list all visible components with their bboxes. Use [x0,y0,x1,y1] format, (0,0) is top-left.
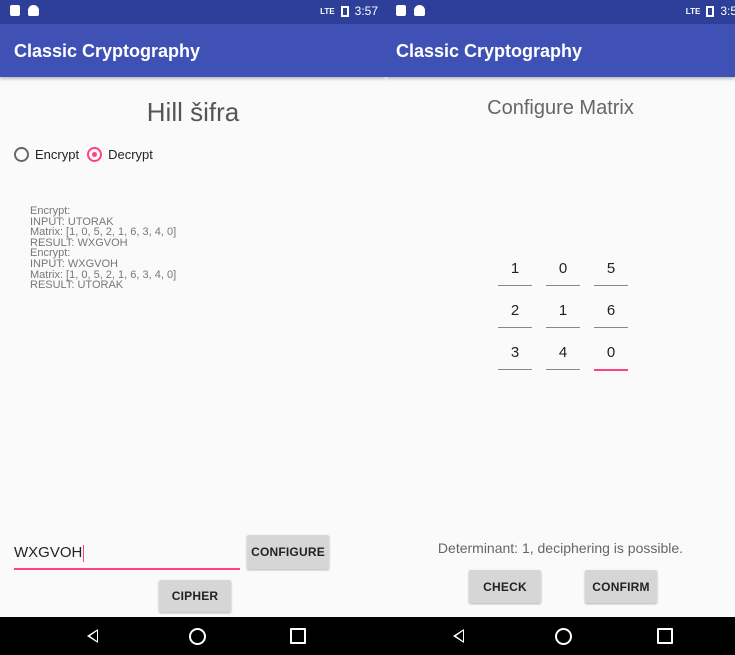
recents-icon [290,628,306,644]
network-type: LTE [685,6,701,16]
screens: LTE 3:57 Classic Cryptography Hill šifra… [0,0,735,655]
status-bar: LTE 3:57 [0,0,386,24]
clock: 3:5 [720,4,735,18]
log-line: Encrypt: [30,205,71,217]
back-icon [86,629,98,643]
matrix-cell-0-0[interactable]: 1 [498,255,532,286]
matrix-cell-1-1[interactable]: 1 [546,297,580,328]
app-title: Classic Cryptography [396,41,583,61]
log-line: INPUT: WXGVOH [30,257,119,270]
back-icon [452,629,464,643]
matrix-cell-2-1[interactable]: 4 [546,339,580,370]
recents-button[interactable] [645,617,685,655]
configure-button[interactable]: CONFIGURE [247,535,329,569]
android-icon [414,5,425,16]
cipher-text-input[interactable]: WXGVOH [14,540,240,570]
cipher-button[interactable]: CIPHER [159,580,231,612]
input-value: WXGVOH [14,544,83,561]
android-icon [28,5,39,16]
home-icon [188,627,206,645]
mode-radio-group: Encrypt Decrypt [14,147,161,162]
back-button[interactable] [72,617,112,655]
app-bar: Classic Cryptography [386,24,735,77]
back-button[interactable] [438,617,478,655]
battery-icon [706,5,715,17]
text-caret [83,544,85,562]
confirm-button[interactable]: CONFIRM [585,570,657,603]
configure-matrix-screen: LTE 3:5 Classic Cryptography Configure M… [386,0,735,655]
history-log: Encrypt: INPUT: UTORAK Matrix: [1, 0, 5,… [30,206,176,291]
matrix-cell-0-2[interactable]: 5 [594,255,628,286]
decrypt-radio[interactable]: Decrypt [87,147,153,162]
home-button[interactable] [543,617,583,655]
matrix-cell-0-1[interactable]: 0 [546,255,580,286]
hill-cipher-screen: LTE 3:57 Classic Cryptography Hill šifra… [0,0,386,655]
encrypt-radio[interactable]: Encrypt [14,147,79,162]
sd-card-icon [396,5,406,16]
determinant-status: Determinant: 1, deciphering is possible. [437,540,684,556]
recents-button[interactable] [278,617,318,655]
status-bar: LTE 3:5 [386,0,735,24]
battery-icon [340,5,349,17]
matrix-cell-2-2[interactable]: 0 [594,339,628,371]
recents-icon [657,628,673,644]
encrypt-label: Encrypt [35,147,80,162]
home-icon [554,627,572,645]
navigation-bar [386,617,735,655]
sd-card-icon [10,5,20,16]
matrix-cell-1-0[interactable]: 2 [498,297,532,328]
page-title: Configure Matrix [487,97,634,119]
navigation-bar [0,617,386,655]
decrypt-label: Decrypt [108,147,153,162]
radio-checked-icon [87,147,103,162]
matrix-cell-2-0[interactable]: 3 [498,339,532,370]
clock: 3:57 [354,4,378,18]
check-button[interactable]: CHECK [469,570,541,603]
radio-unchecked-icon [14,147,29,162]
matrix-cell-1-2[interactable]: 6 [594,297,628,328]
network-type: LTE [320,6,335,16]
app-title: Classic Cryptography [14,41,201,61]
log-line: RESULT: UTORAK [30,279,124,292]
page-title: Hill šifra [146,97,240,127]
app-bar: Classic Cryptography [0,24,386,77]
home-button[interactable] [177,617,217,655]
